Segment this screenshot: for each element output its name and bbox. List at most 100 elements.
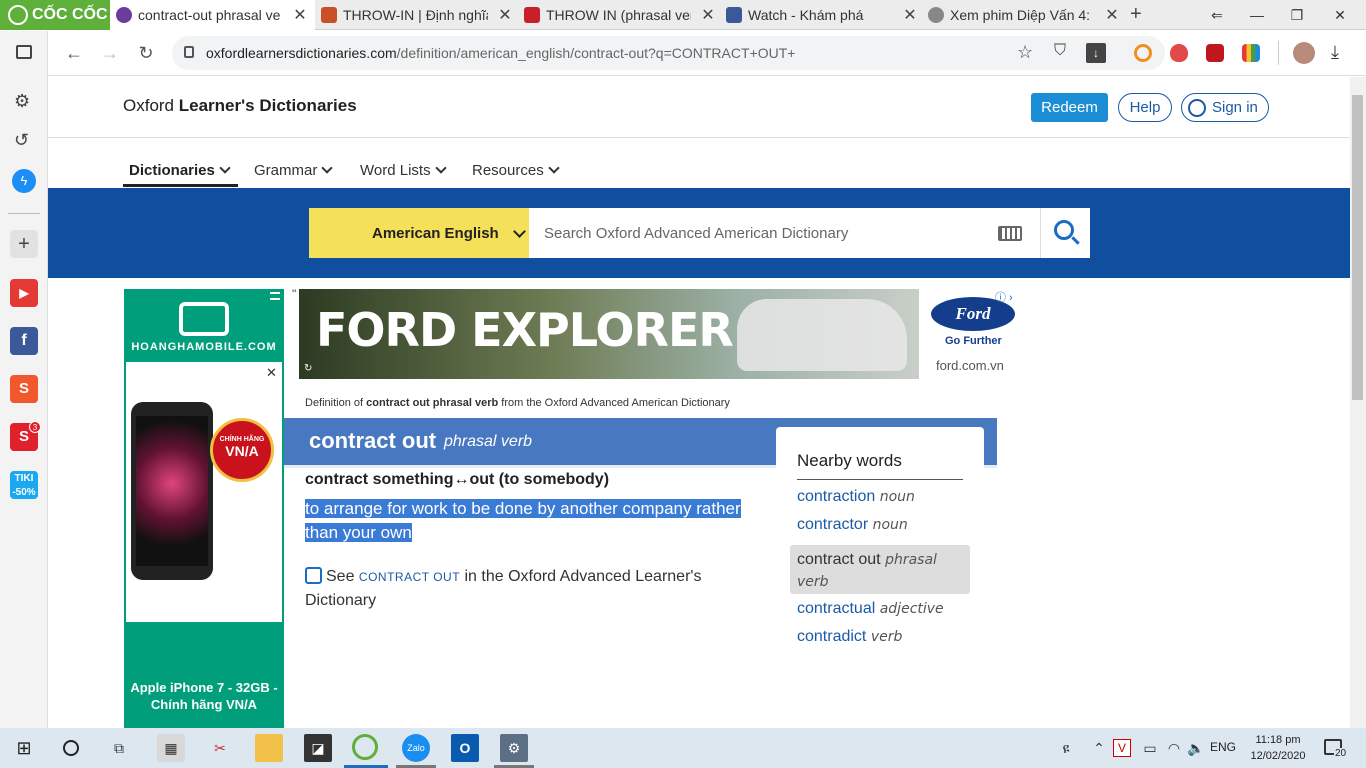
tab-search-icon[interactable]: ⇐ bbox=[1197, 0, 1237, 30]
cortana-icon[interactable] bbox=[63, 740, 79, 756]
menu-grammar[interactable]: Grammar bbox=[254, 155, 334, 185]
tab-contract-out[interactable]: contract-out phrasal ve ✕ bbox=[110, 0, 315, 30]
profile-avatar[interactable] bbox=[1293, 42, 1315, 64]
tab-facebook-watch[interactable]: Watch - Khám phá ✕ bbox=[720, 0, 922, 30]
ad-replay-icon[interactable]: ↻ bbox=[304, 363, 312, 374]
new-tab-plus-icon[interactable]: + bbox=[1130, 3, 1142, 26]
settings-gear-icon[interactable]: ⚙ bbox=[14, 91, 30, 112]
active-menu-underline bbox=[123, 184, 238, 187]
keyboard-icon[interactable] bbox=[998, 226, 1022, 241]
minimize-icon[interactable]: — bbox=[1237, 0, 1277, 30]
see-also-link[interactable]: contract out bbox=[359, 570, 460, 584]
messenger-icon[interactable]: ϟ bbox=[12, 169, 36, 193]
windows-start-icon[interactable]: ⊞ bbox=[10, 734, 38, 762]
definition-source: Definition of contract out phrasal verb … bbox=[305, 397, 730, 409]
show-hidden-icons-chevron-icon[interactable]: ⌃ bbox=[1085, 734, 1113, 762]
volume-icon[interactable]: 🔈 bbox=[1182, 734, 1210, 762]
oxford-favicon-icon bbox=[116, 7, 132, 23]
app-settings-icon[interactable]: ⚙ bbox=[500, 734, 528, 762]
file-explorer-icon[interactable] bbox=[255, 734, 283, 762]
history-icon[interactable]: ↺ bbox=[14, 130, 29, 151]
sendo-badge: 3 bbox=[29, 421, 41, 433]
adblock-shield-icon[interactable] bbox=[1170, 44, 1188, 62]
shield-icon[interactable]: ⛉ bbox=[1054, 42, 1066, 60]
definition-text[interactable]: to arrange for work to be done by anothe… bbox=[305, 497, 755, 545]
zalo-icon[interactable]: Zalo bbox=[402, 734, 430, 762]
bookmark-star-icon[interactable]: ☆ bbox=[1017, 42, 1033, 63]
people-icon[interactable]: ዩ bbox=[1052, 734, 1080, 762]
facebook-icon[interactable]: f bbox=[10, 327, 38, 355]
language-indicator[interactable]: ENG bbox=[1210, 740, 1236, 754]
app-icon[interactable]: ▦ bbox=[157, 734, 185, 762]
task-view-icon[interactable]: ⧉ bbox=[105, 734, 133, 762]
restore-icon[interactable]: ❐ bbox=[1277, 0, 1317, 30]
youtube-icon[interactable]: ▶ bbox=[10, 279, 38, 307]
source-suffix: from the Oxford Advanced American Dictio… bbox=[498, 397, 730, 409]
menu-resources[interactable]: Resources bbox=[472, 155, 560, 185]
nearby-word-contractual[interactable]: contractual adjective bbox=[797, 600, 975, 618]
ford-url[interactable]: ford.com.vn bbox=[936, 358, 1004, 373]
unikey-icon[interactable]: V bbox=[1113, 739, 1131, 757]
shopee-icon[interactable]: S bbox=[10, 375, 38, 403]
coccoc-menu-button[interactable]: CỐC CỐC bbox=[0, 0, 110, 30]
ad-menu-icon[interactable] bbox=[270, 292, 280, 300]
tab-throw-in-dinh-nghia[interactable]: THROW-IN | Định nghĩa ✕ bbox=[315, 0, 518, 30]
dictionary-select[interactable]: American English bbox=[309, 208, 529, 258]
left-advertisement[interactable]: HOANGHAMOBILE.COM ✕ CHÍNH HÃNG VN/A Apple… bbox=[124, 289, 284, 728]
nearby-word: contraction bbox=[797, 488, 876, 505]
nearby-word-contradict[interactable]: contradict verb bbox=[797, 628, 975, 646]
add-sidebar-item-icon[interactable]: + bbox=[10, 230, 38, 258]
coccoc-extension-icon[interactable] bbox=[1134, 44, 1152, 62]
sticky-notes-icon[interactable]: ◪ bbox=[304, 734, 332, 762]
snipping-tool-icon[interactable]: ✂ bbox=[206, 734, 234, 762]
dictionary-select-label: American English bbox=[372, 224, 499, 242]
redeem-button[interactable]: Redeem bbox=[1031, 93, 1108, 122]
tab-close-icon[interactable]: ✕ bbox=[697, 5, 719, 25]
ford-banner-ad[interactable]: FORD EXPLORER ↻ bbox=[299, 289, 919, 379]
tab-close-icon[interactable]: ✕ bbox=[1101, 5, 1123, 25]
tab-throw-in-phrasal[interactable]: THROW IN (phrasal verl ✕ bbox=[518, 0, 720, 30]
download-savior-icon[interactable]: ↓ bbox=[1086, 43, 1106, 63]
menu-label: Dictionaries bbox=[129, 161, 215, 179]
nearby-word: contractual bbox=[797, 600, 876, 617]
outlook-icon[interactable]: O bbox=[451, 734, 479, 762]
taskbar-clock[interactable]: 11:18 pm 12/02/2020 bbox=[1248, 732, 1308, 764]
site-logo[interactable]: Oxford Learner's Dictionaries bbox=[123, 96, 357, 116]
tab-close-icon[interactable]: ✕ bbox=[899, 5, 921, 25]
downloads-icon[interactable]: ⤓ bbox=[1331, 42, 1339, 63]
sidebar-toggle-icon[interactable] bbox=[16, 45, 32, 59]
tiki-icon[interactable]: TIKI -50% bbox=[10, 471, 38, 499]
tab-close-icon[interactable]: ✕ bbox=[494, 5, 516, 25]
user-icon bbox=[1188, 98, 1206, 117]
reload-icon[interactable]: ↻ bbox=[134, 41, 158, 65]
nearby-word-contractor[interactable]: contractor noun bbox=[797, 516, 975, 534]
search-button[interactable] bbox=[1040, 208, 1090, 258]
tab-close-icon[interactable]: ✕ bbox=[289, 5, 311, 25]
badge-main-text: VN/A bbox=[225, 443, 259, 459]
red-extension-icon[interactable] bbox=[1206, 44, 1224, 62]
close-window-icon[interactable]: ✕ bbox=[1320, 0, 1360, 30]
sign-in-button[interactable]: Sign in bbox=[1181, 93, 1269, 122]
tab-strip: CỐC CỐC contract-out phrasal ve ✕ THROW-… bbox=[0, 0, 1366, 30]
browser-sidebar: ⚙ ↺ ϟ + ▶ f S S 3 TIKI -50% bbox=[0, 31, 48, 728]
menu-dictionaries[interactable]: Dictionaries bbox=[129, 155, 231, 185]
url-field[interactable]: oxfordlearnersdictionaries.com/definitio… bbox=[172, 36, 1165, 70]
forward-arrow-icon[interactable]: → bbox=[98, 41, 122, 65]
tab-xem-phim[interactable]: Xem phim Diệp Vấn 4: I ✕ bbox=[922, 0, 1124, 30]
menu-word-lists[interactable]: Word Lists bbox=[360, 155, 447, 185]
search-input[interactable] bbox=[529, 208, 1040, 258]
nearby-word-contraction[interactable]: contraction noun bbox=[797, 488, 975, 506]
part-of-speech: phrasal verb bbox=[444, 433, 533, 450]
sense-pattern-c: (to somebody) bbox=[498, 471, 610, 488]
scrollbar-thumb[interactable] bbox=[1352, 95, 1363, 400]
help-button[interactable]: Help bbox=[1118, 93, 1172, 122]
back-arrow-icon[interactable]: ← bbox=[62, 41, 86, 65]
nearby-words-panel: Nearby words contraction noun contractor… bbox=[776, 427, 984, 727]
colorful-extension-icon[interactable] bbox=[1242, 44, 1260, 62]
nearby-word-contract-out[interactable]: contract out phrasal verb bbox=[797, 549, 957, 593]
url-host: oxfordlearnersdictionaries.com bbox=[206, 45, 397, 61]
iphone-image bbox=[131, 402, 213, 580]
adchoices-icon[interactable]: ⓘ › bbox=[995, 289, 1013, 305]
ad-close-icon[interactable]: ✕ bbox=[266, 365, 277, 381]
coccoc-taskbar-icon[interactable] bbox=[352, 734, 378, 760]
